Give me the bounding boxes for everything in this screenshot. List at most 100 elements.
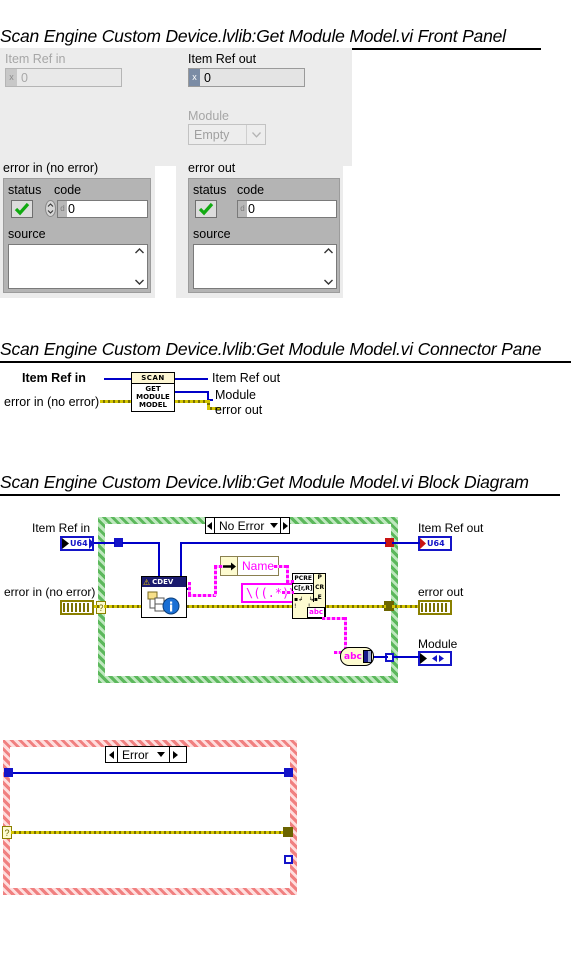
cdev-property-node[interactable]: ⚠ CDEV — [141, 576, 187, 618]
connector-output-module: Module — [215, 388, 256, 402]
vi-documentation-page: Scan Engine Custom Device.lvlib:Get Modu… — [0, 0, 571, 975]
error-in-status-led — [11, 200, 33, 218]
enum-chip-icon — [362, 650, 372, 663]
bd-error-out-label: error out — [418, 585, 464, 599]
item-ref-out-indicator: x 0 — [188, 68, 305, 87]
error-case-tunnel-ref-in[interactable] — [4, 768, 13, 777]
cdev-class-label: CDEV — [152, 578, 174, 586]
bd-error-in-terminal[interactable] — [60, 600, 94, 615]
case-structure-error — [3, 740, 297, 895]
scan-from-string-node[interactable]: abc — [340, 647, 374, 666]
name-property-node[interactable]: Name — [220, 556, 280, 576]
wire-tunnel-to-item-ref-out — [392, 542, 420, 544]
case-selector-label-no-error: No Error — [219, 518, 265, 533]
case-dropdown-icon-error[interactable] — [153, 752, 169, 757]
scan-from-string-label: abc — [344, 651, 362, 662]
connector-wire-module-h — [175, 391, 208, 393]
error-out-source-label: source — [193, 227, 231, 241]
case-selector-error[interactable]: Error — [105, 746, 187, 763]
vi-icon-line2: MODULE — [136, 393, 170, 401]
vi-icon-banner: SCAN — [132, 373, 174, 384]
pcre-side-label-p: P — [317, 574, 322, 581]
error-case-tunnel-ref-out[interactable] — [284, 768, 293, 777]
cdev-node-body — [142, 587, 186, 618]
bd-item-ref-out-terminal[interactable]: U64 — [418, 536, 452, 551]
wire-cdev-to-name-h2 — [214, 565, 223, 568]
error-out-code-chip: d — [238, 201, 247, 217]
vi-icon-line1: GET — [145, 385, 161, 393]
case-dropdown-icon[interactable] — [268, 523, 280, 528]
vi-icon: SCAN GET MODULE MODEL — [131, 372, 175, 412]
wire-refin-branch-h — [122, 542, 160, 544]
module-value: Empty — [194, 127, 230, 142]
connector-output-error-out: error out — [215, 403, 263, 417]
error-in-source-scrollbar[interactable] — [132, 245, 147, 288]
chevron-down-icon — [246, 125, 265, 144]
error-out-source-scrollbar[interactable] — [321, 245, 336, 288]
error-in-code-label: code — [54, 183, 82, 197]
bd-error-out-terminal[interactable] — [418, 600, 452, 615]
case-prev-arrow-icon-error[interactable] — [106, 747, 118, 762]
item-ref-in-value: 0 — [21, 70, 28, 85]
error-in-code-field[interactable]: d 0 — [57, 200, 148, 218]
item-ref-out-type-chip: x — [189, 69, 200, 86]
error-out-code-value: 0 — [248, 202, 255, 216]
wire-name-to-pcre-in — [286, 580, 294, 583]
error-case-tunnel-module[interactable] — [284, 855, 293, 864]
bd-item-ref-out-label: Item Ref out — [418, 521, 484, 535]
connector-output-item-ref-out: Item Ref out — [212, 371, 281, 385]
error-out-code-label: code — [237, 183, 265, 197]
error-in-source-field[interactable] — [8, 244, 148, 289]
connector-wire-error-in — [100, 400, 131, 403]
case-next-arrow-icon-error[interactable] — [168, 747, 181, 762]
error-in-label: error in (no error) — [3, 161, 99, 175]
wire-error-out-stub — [392, 605, 418, 608]
pcre-side-label-cr: CR — [315, 584, 325, 591]
bd-error-in-pattern — [63, 603, 91, 612]
bd-item-ref-in-label: Item Ref in — [32, 521, 91, 535]
wire-tunnel-to-module — [392, 656, 420, 658]
bd-item-ref-in-type: U64 — [70, 539, 88, 548]
error-in-code-value: 0 — [68, 202, 75, 216]
name-property-label: Name — [238, 557, 279, 575]
pcre-line1: PCRE — [293, 574, 315, 584]
connector-wire-item-ref-out — [175, 378, 208, 380]
pcre-line2: C[r,R] — [293, 584, 315, 594]
error-in-status-label: status — [8, 183, 42, 197]
item-ref-in-control[interactable]: x 0 — [5, 68, 122, 87]
cdev-node-header: ⚠ CDEV — [142, 577, 186, 587]
connector-wire-error-out-h1 — [175, 400, 210, 403]
bd-error-out-pattern — [421, 603, 449, 612]
case-prev-arrow-icon[interactable] — [206, 518, 215, 533]
connector-pane-section-title: Scan Engine Custom Device.lvlib:Get Modu… — [0, 339, 571, 363]
wire-cdev-to-name-v2 — [214, 566, 217, 596]
error-out-source-field — [193, 244, 337, 289]
bd-module-terminal[interactable] — [418, 651, 452, 666]
bd-module-label: Module — [418, 637, 458, 651]
bd-item-ref-in-terminal[interactable]: U64 — [60, 536, 94, 551]
wire-item-ref-in-to-tunnel — [94, 542, 115, 544]
wire-cdev-to-name-h1 — [188, 594, 216, 597]
bd-item-ref-out-type: U64 — [427, 539, 445, 548]
case-next-arrow-icon[interactable] — [279, 518, 289, 533]
case-selector-no-error[interactable]: No Error — [205, 517, 290, 534]
connector-input-item-ref-in: Item Ref in — [22, 371, 86, 385]
error-case-tunnel-error-out[interactable] — [283, 827, 293, 837]
tunnel-module[interactable] — [385, 653, 394, 662]
front-panel-section-title: Scan Engine Custom Device.lvlib:Get Modu… — [0, 26, 541, 50]
error-out-status-label: status — [193, 183, 227, 197]
module-dropdown[interactable]: Empty — [188, 124, 266, 145]
vi-icon-line3: MODEL — [139, 401, 167, 409]
case-selector-label-error: Error — [122, 747, 149, 762]
pcre-match-node[interactable]: PCRE P C[r,R] CR E ▪↲ ↳▪! ! abc — [292, 573, 326, 619]
bd-error-in-label: error in (no error) — [4, 585, 96, 599]
item-ref-out-value: 0 — [204, 70, 211, 85]
module-label: Module — [188, 109, 229, 123]
item-ref-out-label: Item Ref out — [188, 52, 257, 66]
wire-top-to-refout-tunnel — [180, 542, 386, 544]
item-ref-in-label: Item Ref in — [5, 52, 66, 66]
error-case-wire-error — [11, 831, 283, 834]
property-arrow-icon — [221, 557, 238, 575]
error-in-code-spinner[interactable] — [45, 200, 56, 217]
cdev-warning-icon: ⚠ — [143, 577, 151, 587]
